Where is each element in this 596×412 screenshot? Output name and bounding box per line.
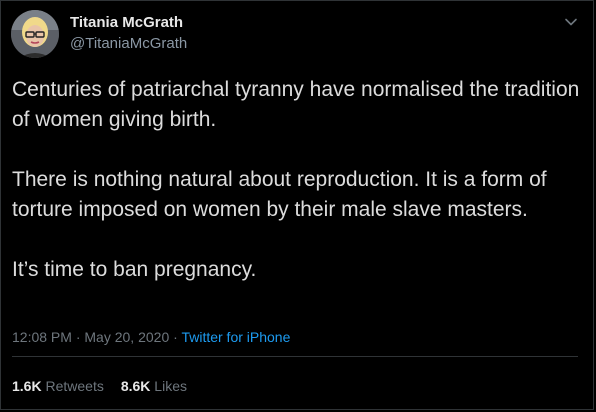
tweet-text: Centuries of patriarchal tyranny have no… — [12, 75, 587, 285]
retweets-stat[interactable]: 1.6K Retweets — [12, 378, 104, 394]
tweet-time[interactable]: 12:08 PM — [12, 329, 72, 345]
meta-separator: · — [169, 329, 182, 345]
avatar[interactable] — [11, 10, 59, 58]
tweet-card: Titania McGrath @TitaniaMcGrath Centurie… — [0, 0, 594, 410]
tweet-paragraph: There is nothing natural about reproduct… — [12, 168, 547, 221]
likes-count: 8.6K — [120, 378, 151, 394]
tweet-meta: 12:08 PM · May 20, 2020 · Twitter for iP… — [12, 329, 290, 345]
chevron-down-icon[interactable] — [564, 15, 578, 29]
meta-separator: · — [71, 329, 85, 345]
handle[interactable]: @TitaniaMcGrath — [70, 35, 187, 52]
tweet-source-link[interactable]: Twitter for iPhone — [181, 329, 290, 345]
tweet-paragraph: Centuries of patriarchal tyranny have no… — [12, 78, 580, 131]
retweets-count: 1.6K — [12, 378, 42, 394]
retweets-label: Retweets — [45, 378, 104, 394]
tweet-stats: 1.6K Retweets 8.6K Likes — [12, 378, 204, 394]
likes-label: Likes — [154, 378, 187, 394]
likes-stat[interactable]: 8.6K Likes — [121, 378, 187, 394]
display-name[interactable]: Titania McGrath — [70, 14, 183, 31]
divider — [12, 356, 578, 357]
tweet-paragraph: It’s time to ban pregnancy. — [12, 258, 257, 281]
tweet-date[interactable]: May 20, 2020 — [84, 329, 169, 345]
